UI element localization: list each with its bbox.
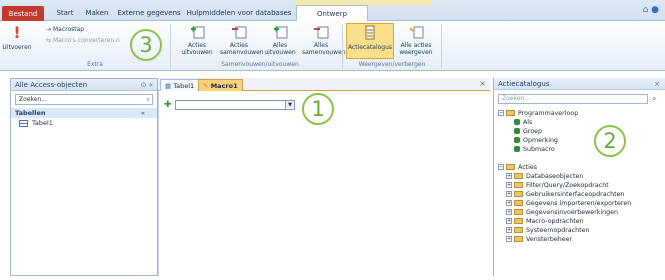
tree-item-if[interactable]: Als — [514, 119, 532, 127]
callout-1: 1 — [302, 93, 334, 125]
expand-icon[interactable]: + — [506, 227, 512, 233]
folder-icon — [514, 218, 523, 224]
convert-macros-button[interactable]: ⇆ Macro's converteren n — [46, 37, 120, 44]
folder-icon — [514, 182, 523, 188]
action-catalog-pane: Actiecatalogus × Zoeken... ⌕ − Programmav… — [493, 78, 665, 276]
group-label-extra: Extra — [87, 61, 103, 68]
window-controls[interactable]: ⌂ ● — [643, 5, 659, 15]
group-divider — [441, 24, 442, 68]
action-catalog-icon — [365, 25, 375, 40]
tree-folder-database-objects[interactable]: + Databaseobjecten — [506, 173, 583, 181]
nav-pane-title: Alle Access-objecten — [15, 81, 88, 89]
show-all-actions-button[interactable]: Alle acties weergeven — [396, 24, 436, 56]
expand-icon[interactable]: + — [506, 236, 512, 242]
tree-folder-macro-commands[interactable]: + Macro-opdrachten — [506, 218, 584, 226]
tree-folder-data-entry[interactable]: + Gegevensinvoerbewerkingen — [506, 209, 618, 217]
macro-step-button[interactable]: ⇥ Macrostap — [46, 26, 84, 33]
close-document-icon[interactable]: × — [479, 79, 486, 88]
close-icon[interactable]: × — [654, 78, 660, 90]
action-icon — [514, 146, 520, 152]
group-divider — [170, 24, 171, 68]
folder-icon — [514, 227, 523, 233]
group-label-collapse: Samenvouwen/uitvouwen — [221, 61, 299, 68]
expand-icon[interactable]: + — [506, 182, 512, 188]
folder-icon — [506, 110, 515, 116]
nav-item-tabel1[interactable]: Tabel1 — [11, 118, 157, 129]
expand-all-icon — [274, 26, 288, 39]
convert-icon: ⇆ — [46, 37, 52, 44]
ribbon: ! Uitvoeren ⇥ Macrostap ⇆ Macro's conver… — [0, 21, 665, 71]
action-icon — [514, 137, 520, 143]
help-icon[interactable]: ● — [651, 5, 659, 15]
add-action-icon: ✚ — [164, 100, 172, 110]
tree-folder-filter-query[interactable]: + Filter/Query/Zoekopdracht — [506, 182, 609, 190]
step-icon: ⇥ — [46, 26, 52, 33]
tab-hulpmiddelen[interactable]: Hulpmiddelen voor databases — [186, 5, 292, 21]
nav-pane-header[interactable]: Alle Access-objecten ⊙ « — [11, 79, 157, 91]
callout-3: 3 — [130, 29, 162, 61]
tree-item-comment[interactable]: Opmerking — [514, 137, 558, 145]
ribbon-tab-bar: Bestand Start Maken Externe gegevens Hul… — [0, 0, 665, 21]
group-label-show-hide: Weergeven/verbergen — [358, 61, 426, 68]
nav-search-input[interactable]: Zoeken... ⌕ — [15, 94, 153, 105]
tree-folder-import-export[interactable]: + Gegevens importeren/exporteren — [506, 200, 631, 208]
collapse-all-icon — [314, 26, 329, 39]
navigation-pane: Alle Access-objecten ⊙ « Zoeken... ⌕ Tab… — [10, 78, 158, 276]
show-all-actions-icon — [409, 26, 424, 39]
tab-ontwerp[interactable]: Ontwerp — [296, 5, 368, 21]
collapse-icon[interactable]: − — [498, 110, 504, 116]
chevron-down-icon[interactable]: ▼ — [285, 101, 294, 109]
tab-bestand[interactable]: Bestand — [2, 6, 44, 21]
expand-icon[interactable]: + — [506, 218, 512, 224]
folder-icon — [514, 236, 523, 242]
collapse-icon[interactable]: − — [498, 164, 504, 170]
tree-item-submacro[interactable]: Submacro — [514, 146, 555, 154]
add-new-action-dropdown[interactable]: ▼ — [175, 100, 295, 110]
document-tab-bar: ▦ Tabel1 ✎ Macro1 × — [158, 78, 490, 91]
expand-icon[interactable]: + — [506, 191, 512, 197]
callout-2: 2 — [594, 125, 626, 157]
catalog-search-input[interactable]: Zoeken... — [498, 94, 648, 104]
folder-icon — [514, 173, 523, 179]
search-icon[interactable]: ⌕ — [652, 94, 656, 104]
action-icon — [514, 128, 520, 134]
doc-tab-macro1[interactable]: ✎ Macro1 — [198, 79, 243, 91]
folder-icon — [514, 209, 523, 215]
action-catalog-button[interactable]: Actiecatalogus — [346, 23, 394, 59]
collapse-actions-button[interactable]: Acties samenvouwen — [220, 24, 264, 56]
folder-icon — [506, 164, 515, 170]
collapse-actions-icon — [232, 26, 247, 39]
tab-maken[interactable]: Maken — [82, 5, 112, 21]
expand-actions-icon — [191, 26, 205, 39]
collapse-all-button[interactable]: Alles samenvouwen — [302, 24, 346, 56]
table-icon: ▦ — [165, 82, 172, 90]
tree-folder-ui-commands[interactable]: + Gebruikersinterfaceopdrachten — [506, 191, 624, 199]
nav-section-tables[interactable]: Tabellen « — [11, 108, 157, 118]
catalog-header: Actiecatalogus × — [494, 78, 665, 90]
tree-node-actions[interactable]: − Acties — [498, 164, 537, 172]
expand-icon[interactable]: + — [506, 200, 512, 206]
table-icon — [19, 119, 28, 127]
tree-folder-window-management[interactable]: + Vensterbeheer — [506, 236, 572, 244]
macro-icon: ✎ — [203, 82, 209, 90]
tab-externe-gegevens[interactable]: Externe gegevens — [116, 5, 182, 21]
nav-pane-controls[interactable]: ⊙ « — [141, 79, 153, 91]
expand-actions-button[interactable]: Acties uitvouwen — [180, 24, 214, 56]
expand-all-button[interactable]: Alles uitvouwen — [262, 24, 298, 56]
tree-node-program-flow[interactable]: − Programmaverloop — [498, 110, 578, 118]
exclamation-icon: ! — [13, 23, 21, 42]
search-icon[interactable]: ⌕ — [147, 95, 150, 104]
expand-icon[interactable]: + — [506, 173, 512, 179]
folder-icon — [514, 191, 523, 197]
collapse-section-icon[interactable]: « — [141, 108, 145, 118]
tree-item-group[interactable]: Groep — [514, 128, 542, 136]
doc-tab-tabel1[interactable]: ▦ Tabel1 — [160, 79, 200, 91]
tree-folder-system-commands[interactable]: + Systeemopdrachten — [506, 227, 589, 235]
folder-icon — [514, 200, 523, 206]
action-icon — [514, 119, 520, 125]
expand-icon[interactable]: + — [506, 209, 512, 215]
group-divider — [342, 24, 343, 68]
tab-start[interactable]: Start — [52, 5, 78, 21]
run-button[interactable]: ! Uitvoeren — [2, 23, 32, 52]
